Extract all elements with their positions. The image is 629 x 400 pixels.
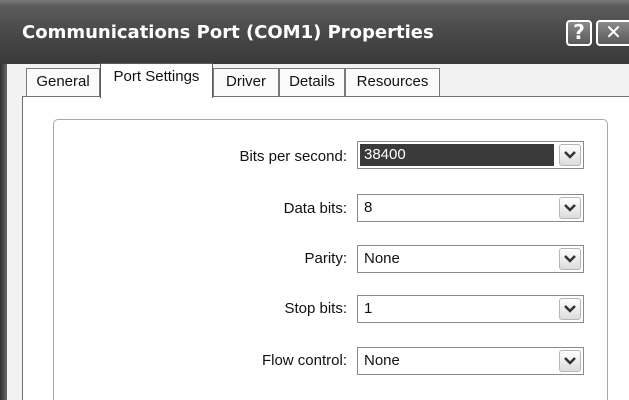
flow-control-dropdown-button[interactable]	[559, 350, 581, 372]
parity-select[interactable]: None	[357, 245, 584, 273]
tab-general[interactable]: General	[26, 68, 100, 96]
bits-per-second-label: Bits per second:	[239, 148, 347, 165]
chevron-down-icon	[564, 204, 576, 212]
stop-bits-select[interactable]: 1	[357, 295, 584, 323]
stop-bits-label: Stop bits:	[284, 300, 347, 317]
tab-resources[interactable]: Resources	[345, 68, 440, 96]
close-button[interactable]: ✕	[596, 20, 629, 46]
flow-control-label: Flow control:	[261, 352, 347, 369]
chevron-down-icon	[564, 305, 576, 313]
window-frame-left	[0, 64, 7, 400]
chevron-down-icon	[564, 255, 576, 263]
close-icon: ✕	[605, 20, 622, 44]
data-bits-value: 8	[364, 199, 373, 216]
tab-details[interactable]: Details	[279, 68, 345, 96]
parity-dropdown-button[interactable]	[559, 248, 581, 270]
stop-bits-value: 1	[364, 300, 373, 317]
chevron-down-icon	[564, 151, 576, 159]
data-bits-label: Data bits:	[283, 200, 347, 217]
tab-driver[interactable]: Driver	[213, 68, 279, 96]
title-bar[interactable]: Communications Port (COM1) Properties ? …	[0, 0, 629, 64]
data-bits-select[interactable]: 8	[357, 194, 584, 222]
parity-value: None	[364, 250, 400, 267]
properties-dialog: Communications Port (COM1) Properties ? …	[0, 0, 629, 400]
help-button[interactable]: ?	[566, 20, 592, 46]
parity-label: Parity:	[304, 250, 347, 267]
flow-control-select[interactable]: None	[357, 347, 584, 375]
question-mark-icon: ?	[573, 20, 585, 44]
window-title: Communications Port (COM1) Properties	[22, 22, 434, 43]
stop-bits-dropdown-button[interactable]	[559, 298, 581, 320]
tab-port-settings[interactable]: Port Settings	[100, 63, 213, 98]
data-bits-dropdown-button[interactable]	[559, 197, 581, 219]
bits-per-second-value: 38400	[360, 144, 554, 166]
chevron-down-icon	[564, 357, 576, 365]
bits-per-second-dropdown-button[interactable]	[559, 144, 581, 166]
flow-control-value: None	[364, 352, 400, 369]
bits-per-second-select[interactable]: 38400	[357, 141, 584, 169]
